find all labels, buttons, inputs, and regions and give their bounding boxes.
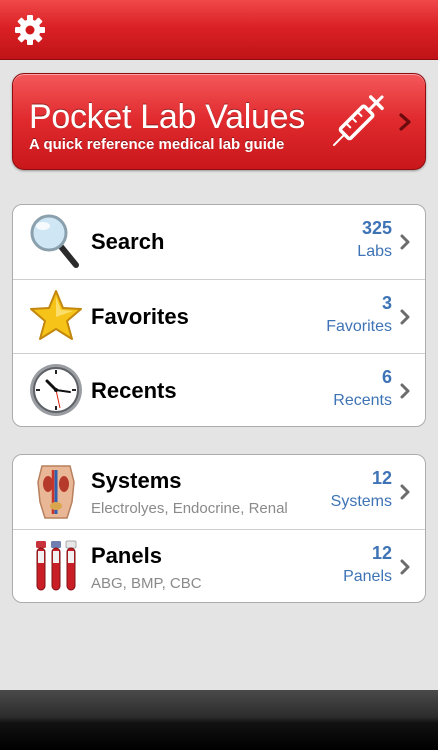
banner-title: Pocket Lab Values [29,98,305,136]
syringe-icon [332,95,384,147]
app-banner-button[interactable]: Pocket Lab Values A quick reference medi… [12,73,426,170]
row-unit: Systems [330,493,392,510]
systems-row[interactable]: Systems Electrolyes, Endocrine, Renal 12… [13,455,425,529]
gear-icon[interactable] [12,12,48,48]
chevron-right-icon [400,559,410,575]
row-unit: Favorites [326,318,392,335]
blood-tubes-icon [36,540,77,591]
row-subtitle: Electrolyes, Endocrine, Renal [91,500,288,517]
main-menu-group: Search 325 Labs Favorites 3 Favorites Re… [12,204,426,427]
chevron-right-icon [400,383,410,399]
chevron-right-icon [400,484,410,500]
anatomy-icon [37,465,75,519]
row-title: Favorites [91,304,189,329]
row-count: 6 [381,367,392,387]
row-unit: Panels [343,568,392,585]
panels-row[interactable]: Panels ABG, BMP, CBC 12 Panels [13,529,425,602]
category-menu-group: Systems Electrolyes, Endocrine, Renal 12… [12,454,426,603]
recents-row[interactable]: Recents 6 Recents [13,353,425,426]
row-count: 325 [361,218,392,238]
row-title: Recents [91,378,177,403]
magnifier-icon [30,214,79,268]
bottom-toolbar [0,690,438,750]
row-unit: Labs [357,243,392,260]
clock-icon [30,364,82,416]
row-title: Search [91,229,165,254]
row-count: 12 [371,543,392,563]
chevron-right-icon [400,309,410,325]
row-count: 12 [371,468,392,488]
row-subtitle: ABG, BMP, CBC [91,575,202,592]
chevron-right-icon [400,234,410,250]
banner-subtitle: A quick reference medical lab guide [29,136,285,153]
search-row[interactable]: Search 325 Labs [13,205,425,279]
star-icon [30,290,82,340]
row-title: Panels [91,543,162,568]
favorites-row[interactable]: Favorites 3 Favorites [13,279,425,353]
row-title: Systems [91,468,182,493]
top-navigation-bar [0,0,438,60]
chevron-right-icon [399,113,411,131]
row-count: 3 [381,293,392,313]
row-unit: Recents [333,392,392,409]
